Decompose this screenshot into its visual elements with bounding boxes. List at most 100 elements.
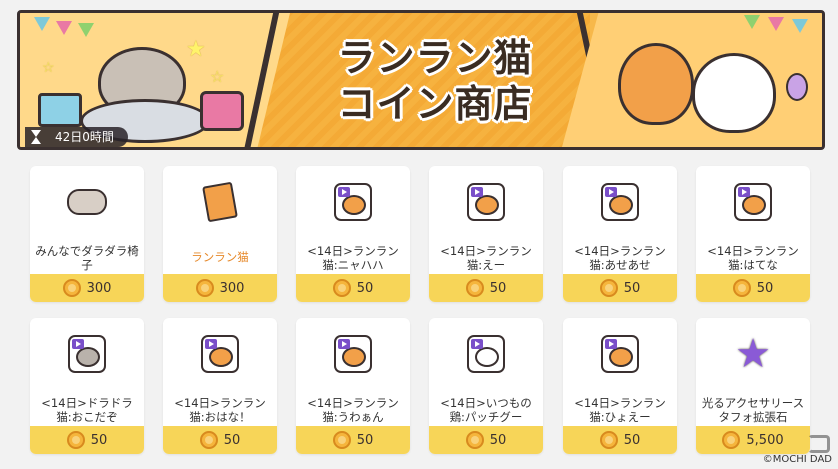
shop-item-card[interactable]: <14日>ランラン猫:えー 50	[429, 166, 543, 302]
item-price: 50	[223, 432, 241, 448]
coin-icon	[62, 279, 81, 297]
cats-on-chair-icon	[67, 182, 107, 222]
price-bar: 50	[696, 274, 810, 302]
price-bar: 50	[563, 426, 677, 454]
coin-icon	[465, 279, 484, 297]
sticker-orange-cat-icon	[600, 334, 640, 374]
play-tag-icon	[471, 339, 483, 349]
star-icon: ☆	[42, 60, 55, 76]
sticker-orange-cat-icon	[333, 182, 373, 222]
item-price: 50	[623, 432, 641, 448]
sticker-orange-cat-icon	[466, 182, 506, 222]
shop-item-card[interactable]: <14日>いつもの鶏:パッチグー 50	[429, 318, 543, 454]
coin-icon	[465, 431, 484, 449]
shop-item-card[interactable]: <14日>ランラン猫:おはな！ 50	[163, 318, 277, 454]
orange-cat-mascot	[618, 43, 694, 125]
banner-right-panel	[562, 13, 822, 147]
gift-box-icon	[38, 93, 82, 127]
price-bar: 50	[563, 274, 677, 302]
star-icon: ★	[186, 37, 206, 62]
shop-item-card[interactable]: <14日>ランラン猫:はてな 50	[696, 166, 810, 302]
coin-icon	[66, 431, 85, 449]
coin-icon	[599, 279, 618, 297]
site-logo-icon	[808, 435, 830, 453]
star-icon: ☆	[210, 67, 225, 86]
item-name: <14日>ランラン猫:はてな	[707, 244, 799, 272]
play-tag-icon	[338, 187, 350, 197]
hourglass-icon	[31, 130, 41, 144]
shop-item-card[interactable]: <14日>ランラン猫:うわぁん 50	[296, 318, 410, 454]
pennant-icon	[56, 21, 72, 35]
play-tag-icon	[738, 187, 750, 197]
shop-banner: ★ ☆ ☆ ランラン猫 コイン商店 42日0時間	[17, 10, 825, 150]
item-price: 300	[86, 280, 112, 296]
play-tag-icon	[605, 339, 617, 349]
item-price: 5,500	[746, 432, 784, 448]
pennant-icon	[34, 17, 50, 31]
shop-item-card[interactable]: <14日>ランラン猫:あせあせ 50	[563, 166, 677, 302]
play-tag-icon	[72, 339, 84, 349]
price-bar: 50	[296, 274, 410, 302]
sticker-orange-cat-icon	[200, 334, 240, 374]
shop-item-card[interactable]: <14日>ドラドラ猫:おこだぞ 50	[30, 318, 144, 454]
coin-shop-screen: ★ ☆ ☆ ランラン猫 コイン商店 42日0時間 みんなでダラダラ椅子 300 …	[0, 0, 838, 469]
purple-star-icon: ★	[735, 331, 771, 377]
pennant-icon	[792, 19, 808, 33]
item-price: 50	[356, 280, 374, 296]
copyright-watermark: ©MOCHI DAD	[762, 454, 832, 465]
coin-icon	[722, 431, 741, 449]
banner-title-line2: コイン商店	[337, 82, 533, 126]
item-name: <14日>ランラン猫:うわぁん	[307, 396, 399, 424]
item-price: 50	[356, 432, 374, 448]
item-price: 300	[219, 280, 245, 296]
gift-box-icon	[200, 91, 244, 131]
coin-icon	[599, 431, 618, 449]
play-tag-icon	[338, 339, 350, 349]
item-name: <14日>いつもの鶏:パッチグー	[440, 396, 532, 424]
sticker-orange-cat-icon	[333, 334, 373, 374]
item-name: <14日>ランラン猫:ひょえー	[574, 396, 666, 424]
shop-item-card[interactable]: <14日>ランラン猫:ニャハハ 50	[296, 166, 410, 302]
price-bar: 50	[30, 426, 144, 454]
shop-item-card[interactable]: <14日>ランラン猫:ひょえー 50	[563, 318, 677, 454]
banner-title: ランラン猫 コイン商店	[290, 35, 580, 127]
pennant-icon	[78, 23, 94, 37]
price-bar: 300	[163, 274, 277, 302]
play-tag-icon	[471, 187, 483, 197]
sticker-chicken-icon	[466, 334, 506, 374]
play-tag-icon	[605, 187, 617, 197]
item-name: 光るアクセサリースタフォ拡張石	[701, 396, 805, 424]
play-tag-icon	[205, 339, 217, 349]
book-icon	[200, 181, 240, 223]
item-name: ランラン猫	[191, 250, 249, 264]
coin-icon	[195, 279, 214, 297]
item-name: <14日>ランラン猫:おはな！	[174, 396, 266, 424]
item-price: 50	[489, 432, 507, 448]
item-price: 50	[489, 280, 507, 296]
pennant-icon	[744, 15, 760, 29]
item-name: <14日>ランラン猫:あせあせ	[574, 244, 666, 272]
coin-icon	[199, 431, 218, 449]
shop-item-card[interactable]: ランラン猫 300	[163, 166, 277, 302]
price-bar: 300	[30, 274, 144, 302]
price-bar: 50	[296, 426, 410, 454]
shop-item-card[interactable]: ★ 光るアクセサリースタフォ拡張石 5,500	[696, 318, 810, 454]
price-bar: 50	[429, 274, 543, 302]
banner-title-line1: ランラン猫	[337, 36, 533, 80]
sticker-orange-cat-question-icon	[733, 182, 773, 222]
item-name: <14日>ランラン猫:ニャハハ	[307, 244, 399, 272]
item-price: 50	[623, 280, 641, 296]
sticker-orange-cat-icon	[600, 182, 640, 222]
item-price: 50	[756, 280, 774, 296]
item-name: <14日>ランラン猫:えー	[440, 244, 532, 272]
price-bar: 50	[429, 426, 543, 454]
item-name: <14日>ドラドラ猫:おこだぞ	[41, 396, 133, 424]
coin-icon	[732, 279, 751, 297]
coin-icon	[332, 279, 351, 297]
price-bar: 5,500	[696, 426, 810, 454]
balloon-icon	[786, 73, 808, 101]
remaining-time-text: 42日0時間	[55, 130, 114, 144]
shop-item-card[interactable]: みんなでダラダラ椅子 300	[30, 166, 144, 302]
remaining-time-badge: 42日0時間	[25, 127, 128, 147]
coin-icon	[332, 431, 351, 449]
